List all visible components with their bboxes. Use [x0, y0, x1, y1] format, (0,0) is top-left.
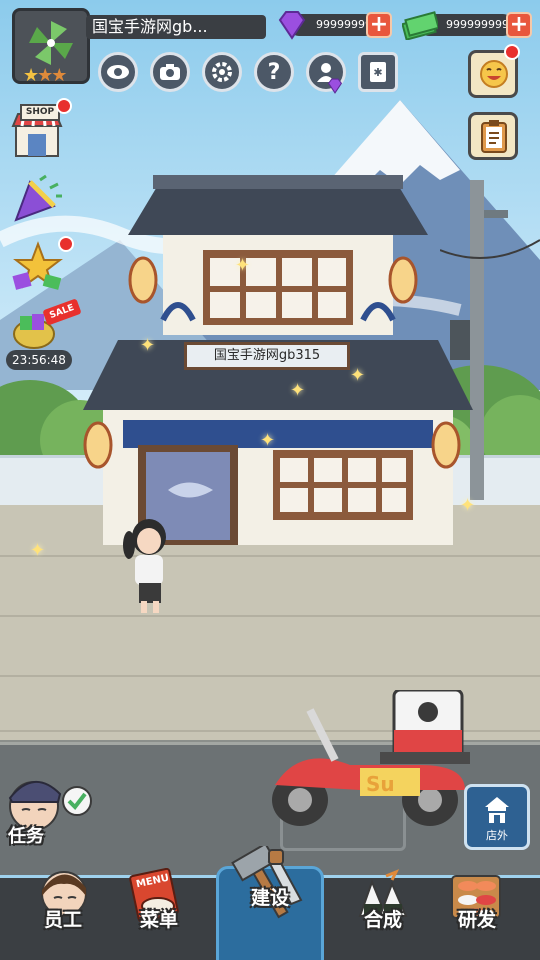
delivery-scooter[interactable]: [270, 690, 470, 830]
star-gems-icon: [12, 241, 63, 290]
player-avatar[interactable]: ★★★: [12, 8, 90, 86]
sale-countdown-timer: 23:56:48: [6, 350, 72, 370]
eye-icon: [107, 65, 129, 79]
green-pinwheel-icon: [29, 21, 73, 65]
notification-dot: [56, 98, 72, 114]
nav-merge-label: 合成: [363, 909, 402, 931]
add-gems-button[interactable]: +: [366, 12, 392, 38]
party-popper-icon: [14, 174, 62, 222]
shop-label: SHOP: [20, 104, 60, 121]
rating-stars: ★★★: [23, 65, 67, 86]
nav-menu[interactable]: MENU 菜单: [114, 866, 204, 948]
outside-view-button[interactable]: 店外: [464, 784, 530, 850]
clipboard-icon: [481, 120, 507, 153]
help-icon: ?: [267, 59, 281, 85]
nav-staff[interactable]: 员工: [18, 866, 108, 948]
add-cash-button[interactable]: +: [506, 12, 532, 38]
clipboard-button[interactable]: [468, 112, 518, 160]
visibility-button[interactable]: [98, 52, 138, 92]
outside-label: 店外: [486, 829, 508, 842]
nav-menu-label: 菜单: [139, 909, 178, 931]
shop-button[interactable]: SHOP: [10, 104, 64, 158]
waitress-character[interactable]: [115, 515, 175, 615]
nav-staff-label: 员工: [43, 909, 82, 931]
checkmark-icon: [67, 792, 87, 811]
settings-button[interactable]: [202, 52, 242, 92]
check-badge: [62, 786, 92, 816]
party-popper-button[interactable]: [10, 172, 64, 226]
notification-dot: [58, 236, 74, 252]
star-bonus-button[interactable]: [10, 240, 64, 294]
gear-icon: [212, 62, 232, 82]
album-button[interactable]: ✱: [358, 52, 398, 92]
smiley-face-icon: [480, 60, 508, 88]
album-icon: ✱: [370, 62, 386, 82]
nav-merge[interactable]: 合成: [338, 866, 428, 948]
screenshot-button[interactable]: [150, 52, 190, 92]
scooter-brand: Su: [366, 772, 395, 796]
tasks-label: 任务: [8, 826, 44, 847]
help-button[interactable]: ?: [254, 52, 294, 92]
sparkle-icon: ✦: [235, 255, 251, 276]
svg-text:✱: ✱: [373, 66, 382, 79]
camera-icon: [160, 64, 180, 80]
purple-gem-icon: [278, 11, 306, 40]
storefront-icon: [485, 797, 509, 823]
sparkle-icon: ✦: [350, 365, 366, 386]
shop-sign: 国宝手游网gb315: [184, 342, 350, 370]
sparkle-icon: ✦: [260, 430, 276, 451]
nav-research[interactable]: 研发: [432, 866, 522, 948]
sparkle-icon: ✦: [460, 495, 476, 516]
nav-build[interactable]: 建设: [225, 846, 315, 928]
sparkle-icon: ✦: [140, 335, 156, 356]
nav-research-label: 研发: [457, 909, 496, 931]
notification-dot: [504, 44, 520, 60]
sale-pack-button[interactable]: SALE: [10, 298, 82, 354]
sparkle-icon: ✦: [30, 540, 46, 561]
cash-stack-icon: [402, 11, 438, 40]
nav-build-label: 建设: [250, 887, 289, 909]
player-name: 国宝手游网gb...: [86, 15, 266, 39]
sparkle-icon: ✦: [290, 380, 306, 401]
purple-gem-icon: [327, 78, 343, 94]
